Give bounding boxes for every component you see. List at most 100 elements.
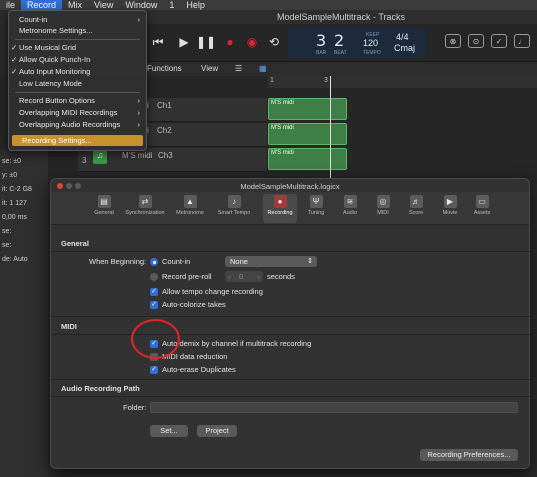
menu-item-recording-settings[interactable]: Recording Settings... <box>12 135 143 146</box>
ruler-mark-1: 1 <box>270 77 274 84</box>
menu-separator <box>15 92 140 93</box>
menu-help[interactable]: Help <box>180 0 211 10</box>
tab-synchronization[interactable]: ⇄ Synchronization <box>125 194 165 223</box>
playhead[interactable] <box>330 76 331 186</box>
menu-item-count-in[interactable]: Count-in › <box>9 14 146 25</box>
project-button[interactable]: Project <box>197 425 237 437</box>
menu-view[interactable]: View <box>88 0 119 10</box>
tab-score[interactable]: ♬ Score <box>401 194 431 223</box>
grid-view-icon[interactable]: ▦ <box>259 64 267 73</box>
midi-region[interactable]: M'S midi <box>268 98 347 120</box>
menu-file[interactable]: ile <box>0 0 21 10</box>
ruler[interactable]: 1 3 <box>268 76 537 88</box>
inspector-row: se: <box>2 242 12 249</box>
tuner-icon[interactable]: ⊗ <box>445 34 461 48</box>
solo-icon[interactable]: ⊙ <box>468 34 484 48</box>
set-folder-button[interactable]: Set... <box>150 425 188 437</box>
capture-record-button[interactable]: ◉ <box>243 33 261 51</box>
submenu-arrow-icon: › <box>137 108 141 117</box>
checkmark-icon: ✓ <box>11 55 18 64</box>
tab-audio[interactable]: ≋ Audio <box>335 194 365 223</box>
list-icon[interactable]: ☰ <box>235 64 242 73</box>
recording-settings-dialog: ModelSampleMultitrack.logicx ▤ General ⇄ S… <box>50 178 531 469</box>
rewind-icon[interactable]: ⏮ <box>149 33 167 51</box>
track-header[interactable]: i Ch2 <box>145 123 267 147</box>
recording-preferences-button[interactable]: Recording Preferences... <box>420 449 518 461</box>
section-divider <box>51 316 531 317</box>
count-in-icon[interactable]: ✓ <box>491 34 507 48</box>
menu-item-auto-input-monitoring[interactable]: ✓ Auto Input Monitoring <box>9 66 146 77</box>
auto-demix-label: Auto demix by channel if multitrack reco… <box>162 339 312 348</box>
preroll-value: 0 <box>239 272 244 281</box>
menu-separator <box>15 39 140 40</box>
general-icon: ▤ <box>97 195 111 208</box>
score-icon: ♬ <box>409 195 423 208</box>
section-divider <box>51 334 531 335</box>
recording-icon: ● <box>273 195 287 208</box>
track-header[interactable]: i Ch1 <box>145 98 267 122</box>
stepper-up-icon[interactable]: › <box>258 271 261 282</box>
count-in-select[interactable]: None ⇕ <box>225 256 317 267</box>
play-button[interactable]: ▶ <box>175 33 193 51</box>
menu-item-record-button-options[interactable]: Record Button Options › <box>9 95 146 106</box>
ruler-mark-3: 3 <box>324 77 328 84</box>
metronome-icon[interactable]: ♩ <box>514 34 530 48</box>
functions-menu[interactable]: Functions <box>147 64 182 73</box>
inspector-row: de: Auto <box>2 256 28 263</box>
tab-midi[interactable]: ◎ MIDI <box>368 194 398 223</box>
pause-button[interactable]: ❚❚ <box>196 33 216 51</box>
midi-region[interactable]: M'S midi <box>268 148 347 170</box>
folder-field[interactable] <box>150 402 518 413</box>
tab-label: Recording <box>267 210 293 216</box>
midi-region[interactable]: M'S midi <box>268 123 347 145</box>
menu-1[interactable]: 1 <box>163 0 180 10</box>
menu-item-overlapping-audio[interactable]: Overlapping Audio Recordings › <box>9 119 146 130</box>
record-button[interactable]: ● <box>221 33 239 51</box>
region-inspector: se: ±0 y: ±0 it: C-2 G8 it: 1 127 0,00 m… <box>0 150 48 477</box>
cycle-icon[interactable]: ⟲ <box>265 33 283 51</box>
preroll-stepper[interactable]: ‹ 0 › <box>225 271 263 282</box>
menu-item-use-musical-grid[interactable]: ✓ Use Musical Grid <box>9 42 146 53</box>
preroll-radio[interactable] <box>150 273 158 281</box>
tab-recording[interactable]: ● Recording <box>263 194 297 223</box>
track-header[interactable]: 3 ♫ M'S midi Ch3 <box>78 148 267 172</box>
tab-tuning[interactable]: Ψ Tuning <box>301 194 331 223</box>
tab-label: Assets <box>473 210 491 216</box>
menu-record[interactable]: Record <box>21 0 63 10</box>
stepper-down-icon[interactable]: ‹ <box>228 271 231 282</box>
lcd-display[interactable]: 3 2 BAR BEAT KEEP 120 TEMPO 4/4 Cmaj <box>288 28 426 58</box>
menu-item-low-latency-mode[interactable]: Low Latency Mode <box>9 78 146 89</box>
count-in-value: None <box>230 257 248 266</box>
tab-label: Smart Tempo <box>217 210 251 216</box>
auto-erase-checkbox[interactable]: ✓ <box>150 366 158 374</box>
folder-label: Folder: <box>123 403 147 412</box>
tab-general[interactable]: ▤ General <box>87 194 121 223</box>
tab-label: MIDI <box>377 210 389 216</box>
menu-item-overlapping-midi[interactable]: Overlapping MIDI Recordings › <box>9 107 146 118</box>
section-general-heading: General <box>61 239 89 248</box>
lcd-beat: 2 <box>334 31 345 50</box>
menu-mix[interactable]: Mix <box>62 0 88 10</box>
section-divider <box>51 251 531 252</box>
movie-icon: ▶ <box>443 195 457 208</box>
menu-item-metronome-settings[interactable]: Metronome Settings... <box>9 25 146 36</box>
menu-bar: ile Record Mix View Window 1 Help <box>0 0 537 10</box>
tab-label: Score <box>408 210 424 216</box>
view-menu[interactable]: View <box>201 64 218 73</box>
tab-label: Movie <box>442 210 458 216</box>
lcd-bar: 3 <box>316 31 327 50</box>
tab-metronome[interactable]: ▲ Metronome <box>173 194 207 223</box>
menu-item-label: Auto Input Monitoring <box>19 67 91 76</box>
tab-movie[interactable]: ▶ Movie <box>435 194 465 223</box>
smart-tempo-icon: ♪ <box>227 195 241 208</box>
menu-item-label: Low Latency Mode <box>19 79 82 88</box>
count-in-radio[interactable] <box>150 258 158 266</box>
menu-item-allow-quick-punch-in[interactable]: ✓ Allow Quick Punch-In <box>9 54 146 65</box>
auto-colorize-checkbox[interactable]: ✓ <box>150 301 158 309</box>
allow-tempo-checkbox[interactable]: ✓ <box>150 288 158 296</box>
section-divider <box>51 396 531 397</box>
tab-assets[interactable]: ▭ Assets <box>467 194 497 223</box>
tab-smart-tempo[interactable]: ♪ Smart Tempo <box>215 194 253 223</box>
menu-item-label: Allow Quick Punch-In <box>19 55 91 64</box>
menu-window[interactable]: Window <box>119 0 163 10</box>
